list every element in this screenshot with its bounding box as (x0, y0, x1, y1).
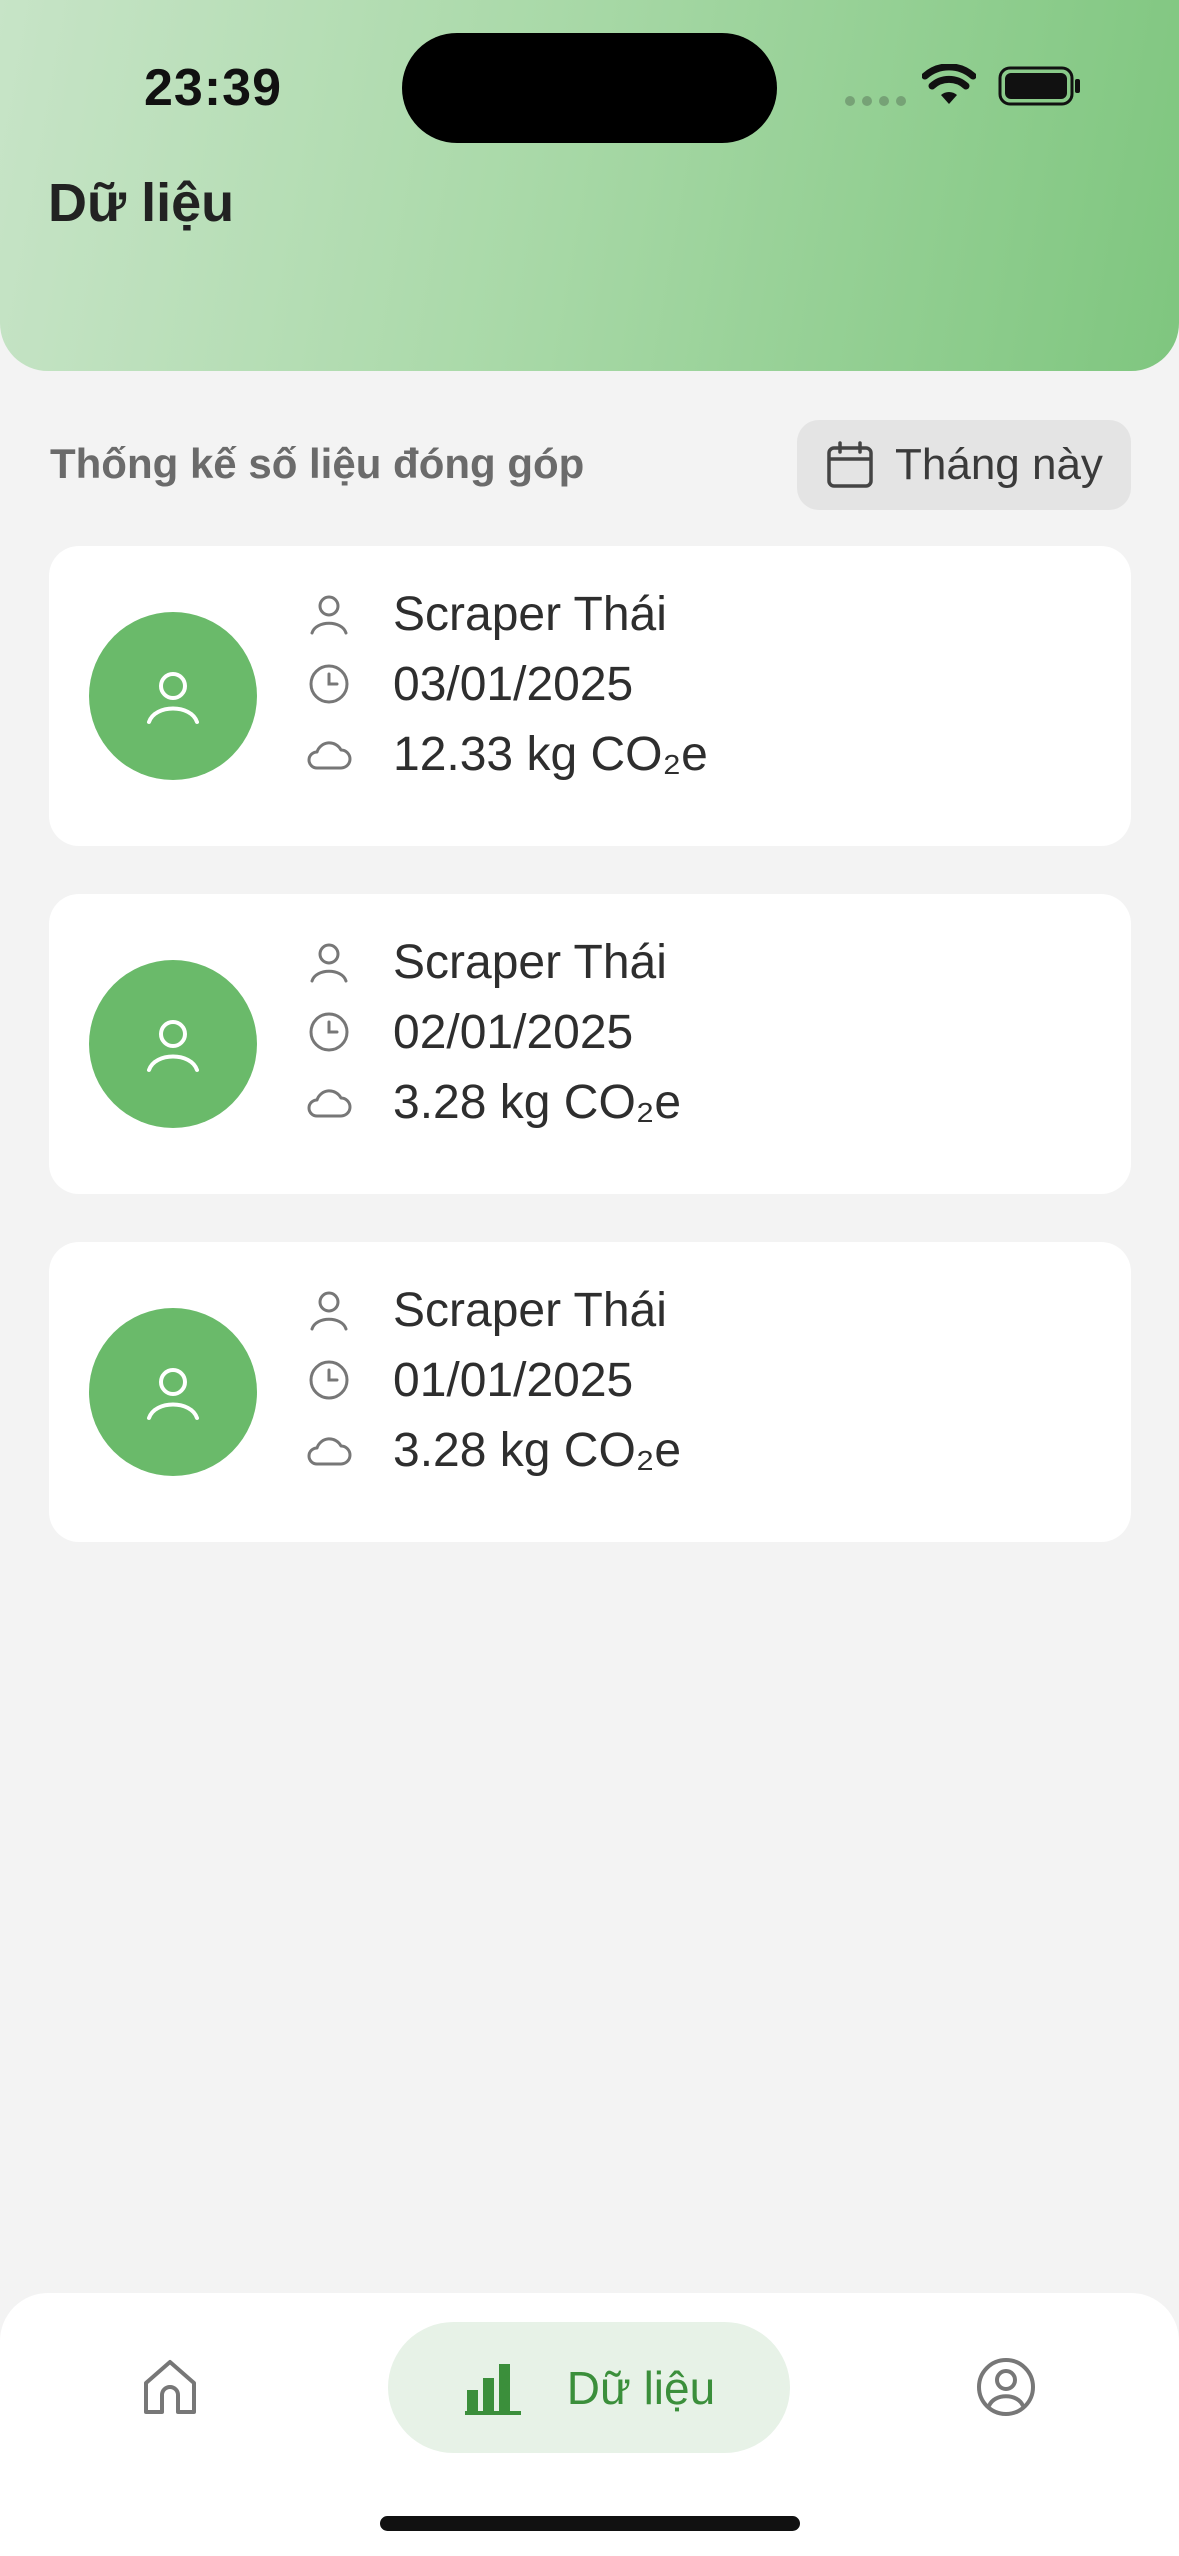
contribution-card[interactable]: Scraper Thái 03/01/2025 12.33 kg CO₂e (49, 546, 1131, 846)
clock-icon (305, 1356, 353, 1404)
contributor-name: Scraper Thái (393, 587, 667, 641)
user-icon (147, 1368, 199, 1420)
month-filter-label: Tháng này (895, 440, 1103, 489)
user-icon (305, 1286, 353, 1334)
profile-icon (977, 2358, 1035, 2416)
cloud-icon (305, 730, 353, 778)
dynamic-island (402, 33, 777, 143)
user-icon (305, 590, 353, 638)
user-icon (147, 1020, 199, 1072)
status-time: 23:39 (144, 59, 282, 117)
contribution-date: 01/01/2025 (393, 1353, 634, 1407)
wifi-icon (922, 64, 976, 104)
avatar (89, 960, 257, 1128)
contributor-name: Scraper Thái (393, 1283, 667, 1337)
battery-icon (998, 66, 1080, 106)
bar-chart-icon (464, 2363, 521, 2415)
contribution-amount: 3.28 kg CO₂e (393, 1423, 682, 1477)
contribution-amount: 12.33 kg CO₂e (393, 727, 708, 781)
avatar (89, 1308, 257, 1476)
contribution-card[interactable]: Scraper Thái 02/01/2025 3.28 kg CO₂e (49, 894, 1131, 1194)
contribution-date: 03/01/2025 (393, 657, 634, 711)
month-filter-button[interactable]: Tháng này (797, 420, 1131, 510)
contribution-amount: 3.28 kg CO₂e (393, 1075, 682, 1129)
home-icon (144, 2360, 196, 2414)
user-icon (147, 672, 199, 724)
section-title: Thống kế số liệu đóng góp (50, 440, 585, 487)
avatar (89, 612, 257, 780)
clock-icon (305, 660, 353, 708)
nav-data-label: Dữ liệu (566, 2361, 716, 2414)
header: 23:39 Dữ liệu (0, 0, 1179, 371)
clock-icon (305, 1008, 353, 1056)
contribution-date: 02/01/2025 (393, 1005, 634, 1059)
contribution-card[interactable]: Scraper Thái 01/01/2025 3.28 kg CO₂e (49, 1242, 1131, 1542)
user-icon (305, 938, 353, 986)
cellular-signal-icon (845, 96, 906, 106)
cloud-icon (305, 1426, 353, 1474)
page-title: Dữ liệu (48, 173, 235, 233)
home-indicator (380, 2516, 800, 2531)
nav-data[interactable]: Dữ liệu (388, 2322, 790, 2453)
contributor-name: Scraper Thái (393, 935, 667, 989)
calendar-icon (827, 441, 873, 488)
nav-home[interactable] (138, 2355, 202, 2424)
cloud-icon (305, 1078, 353, 1126)
nav-profile[interactable] (974, 2355, 1038, 2424)
